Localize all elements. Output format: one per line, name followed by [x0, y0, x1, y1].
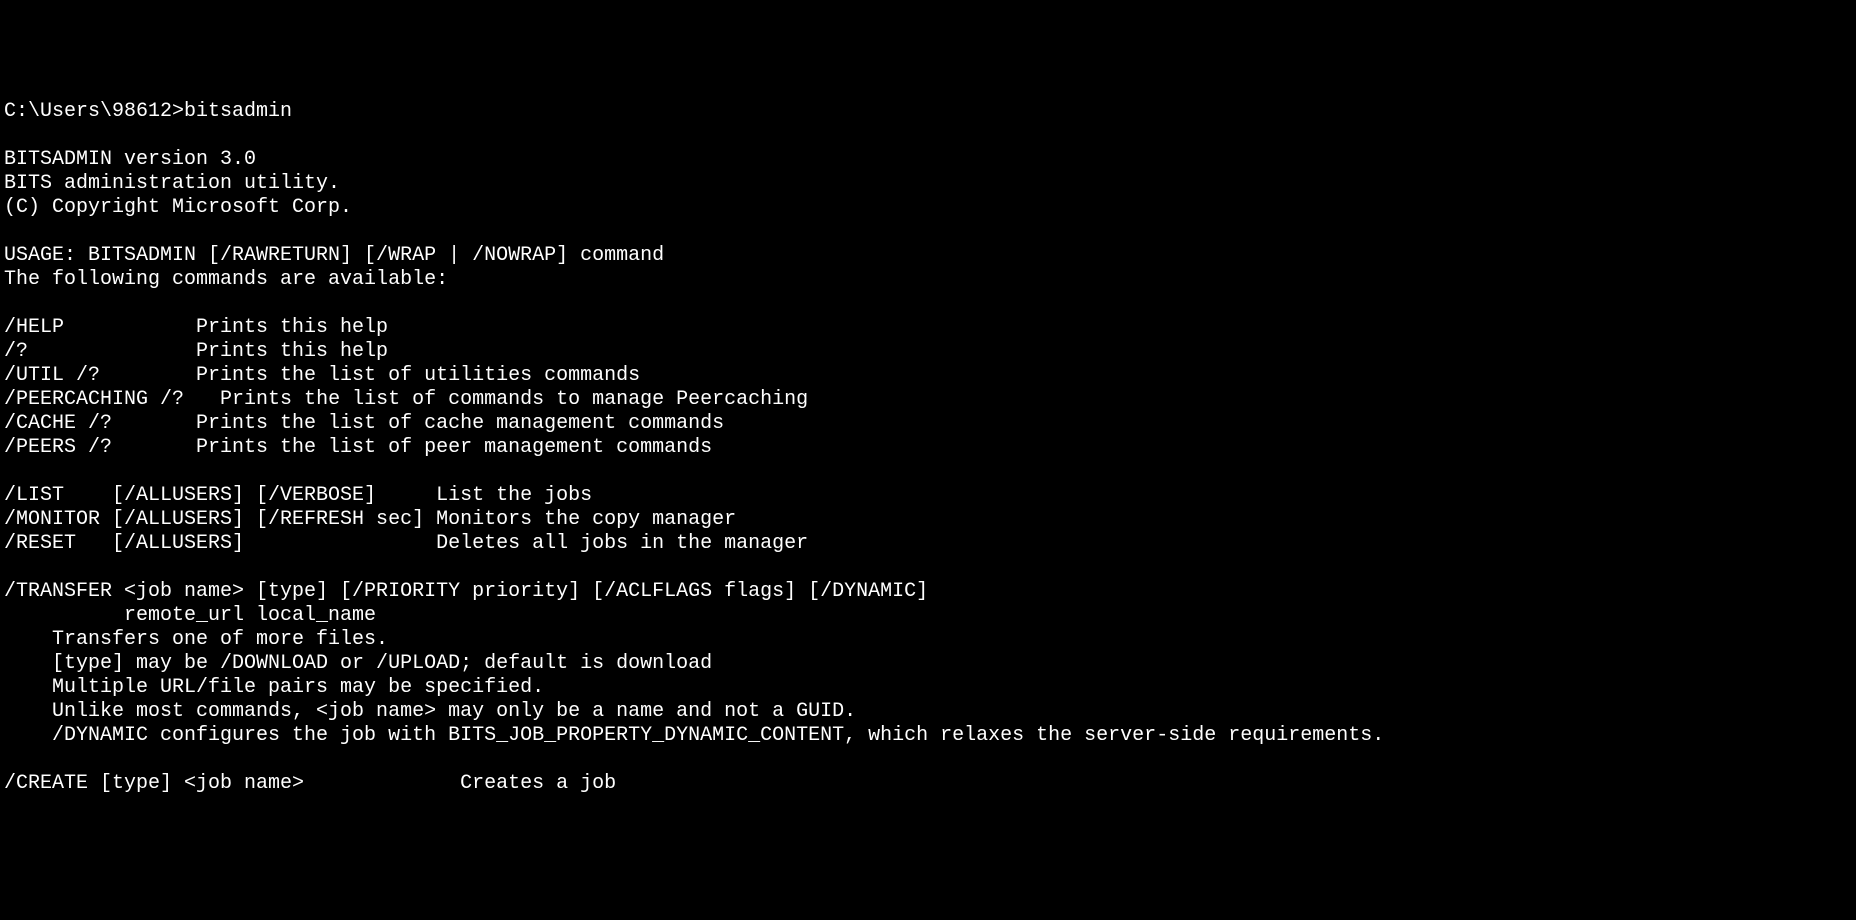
transfer-line1: /TRANSFER <job name> [type] [/PRIORITY p… [4, 580, 1852, 604]
desc: Creates a job [460, 772, 616, 795]
cmd: /HELP [4, 316, 196, 339]
cmd: /PEERS /? [4, 436, 196, 459]
header-title: BITSADMIN version 3.0 [4, 148, 1852, 172]
help-command-line: /CACHE /? Prints the list of cache manag… [4, 412, 1852, 436]
commands-intro: The following commands are available: [4, 268, 1852, 292]
create-command-line: /CREATE [type] <job name> Creates a job [4, 772, 1852, 796]
desc: Prints the list of utilities commands [196, 364, 640, 387]
transfer-desc1: Transfers one of more files. [4, 628, 1852, 652]
blank-line [4, 460, 1852, 484]
transfer-desc3: Multiple URL/file pairs may be specified… [4, 676, 1852, 700]
blank-line [4, 748, 1852, 772]
job-command-line: /RESET [/ALLUSERS] Deletes all jobs in t… [4, 532, 1852, 556]
cmd: /? [4, 340, 196, 363]
cmd: /LIST [/ALLUSERS] [/VERBOSE] [4, 484, 436, 507]
cmd: /PEERCACHING /? [4, 388, 220, 411]
desc: List the jobs [436, 484, 592, 507]
desc: Prints this help [196, 316, 388, 339]
help-command-line: /HELP Prints this help [4, 316, 1852, 340]
desc: Monitors the copy manager [436, 508, 736, 531]
blank-line [4, 124, 1852, 148]
transfer-desc2: [type] may be /DOWNLOAD or /UPLOAD; defa… [4, 652, 1852, 676]
prompt: C:\Users\98612> [4, 100, 184, 123]
job-command-line: /LIST [/ALLUSERS] [/VERBOSE] List the jo… [4, 484, 1852, 508]
help-command-line: /? Prints this help [4, 340, 1852, 364]
desc: Prints the list of commands to manage Pe… [220, 388, 808, 411]
desc: Prints the list of cache management comm… [196, 412, 724, 435]
header-copyright: (C) Copyright Microsoft Corp. [4, 196, 1852, 220]
cmd: /CACHE /? [4, 412, 196, 435]
blank-line [4, 292, 1852, 316]
transfer-desc5: /DYNAMIC configures the job with BITS_JO… [4, 724, 1852, 748]
cmd: /CREATE [type] <job name> [4, 772, 460, 795]
cmd: /RESET [/ALLUSERS] [4, 532, 436, 555]
help-command-line: /PEERCACHING /? Prints the list of comma… [4, 388, 1852, 412]
desc: Deletes all jobs in the manager [436, 532, 808, 555]
desc: Prints the list of peer management comma… [196, 436, 712, 459]
help-command-line: /UTIL /? Prints the list of utilities co… [4, 364, 1852, 388]
help-command-line: /PEERS /? Prints the list of peer manage… [4, 436, 1852, 460]
blank-line [4, 220, 1852, 244]
prompt-line: C:\Users\98612>bitsadmin [4, 100, 1852, 124]
terminal-window[interactable]: C:\Users\98612>bitsadmin BITSADMIN versi… [0, 96, 1856, 800]
cmd: /UTIL /? [4, 364, 196, 387]
desc: Prints this help [196, 340, 388, 363]
header-description: BITS administration utility. [4, 172, 1852, 196]
blank-line [4, 556, 1852, 580]
usage-line: USAGE: BITSADMIN [/RAWRETURN] [/WRAP | /… [4, 244, 1852, 268]
cmd: /MONITOR [/ALLUSERS] [/REFRESH sec] [4, 508, 436, 531]
job-command-line: /MONITOR [/ALLUSERS] [/REFRESH sec] Moni… [4, 508, 1852, 532]
transfer-desc4: Unlike most commands, <job name> may onl… [4, 700, 1852, 724]
transfer-line2: remote_url local_name [4, 604, 1852, 628]
command-input: bitsadmin [184, 100, 292, 123]
